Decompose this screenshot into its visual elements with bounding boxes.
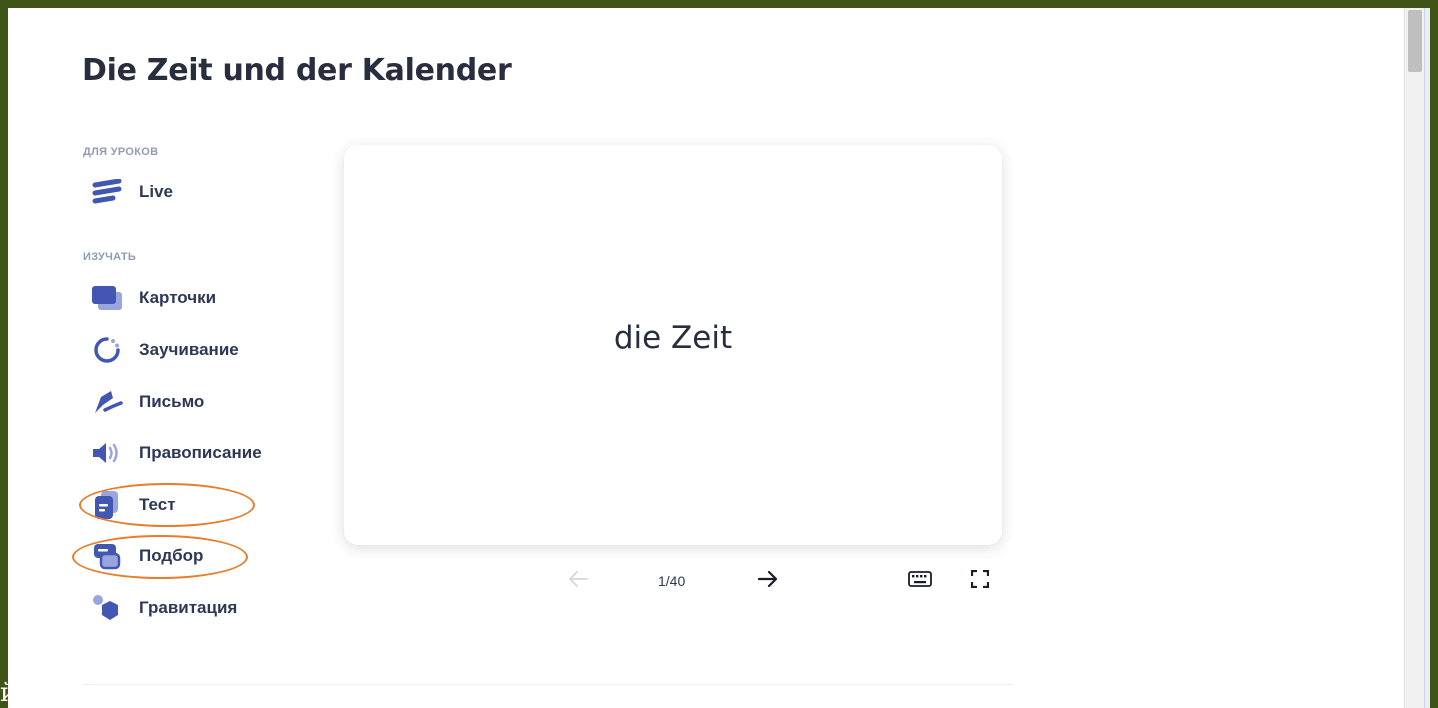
flashcards-icon [90,281,124,315]
learn-cycle-icon [90,333,124,367]
gravity-icon [90,591,124,625]
arrow-left-icon [567,570,589,593]
pen-icon [90,385,124,419]
sidebar-item-learn[interactable]: Заучивание [90,333,239,367]
sidebar-item-label: Карточки [139,288,217,307]
sidebar-item-write[interactable]: Письмо [90,385,204,419]
content-divider [82,684,1014,685]
next-card-button[interactable] [750,566,786,596]
live-stripes-icon [90,175,124,209]
fullscreen-icon [970,569,990,593]
flashcard[interactable]: die Zeit [344,145,1002,545]
sidebar-item-flashcards[interactable]: Карточки [90,281,216,315]
fullscreen-button[interactable] [962,566,998,596]
sidebar-item-label: Заучивание [139,340,239,359]
sidebar-item-spell[interactable]: Правописание [90,436,262,470]
previous-card-button[interactable] [560,566,596,596]
page-title: Die Zeit und der Kalender [82,53,512,88]
sidebar-item-label: Письмо [139,392,205,411]
flashcard-term: die Zeit [613,320,733,356]
vertical-scrollbar[interactable] [1404,8,1424,708]
arrow-right-icon [757,570,779,593]
sidebar-item-label: Тест [139,495,176,514]
keyboard-shortcuts-button[interactable] [902,566,938,596]
sidebar-item-live[interactable]: Live [90,175,173,209]
window-edge [1424,8,1430,708]
match-icon [90,539,124,573]
sidebar-item-match[interactable]: Подбор [90,539,203,573]
sidebar-item-label: Подбор [139,546,204,565]
section-label-lessons: ДЛЯ УРОКОВ [83,146,159,158]
card-counter: 1/40 [658,573,686,589]
speaker-icon [90,436,124,470]
test-document-icon [90,488,124,522]
sidebar-item-gravity[interactable]: Гравитация [90,591,237,625]
sidebar-item-label: Гравитация [139,598,238,617]
keyboard-icon [908,570,932,592]
study-set-page: Die Zeit und der Kalender ДЛЯ УРОКОВ Liv… [8,8,1404,708]
scrollbar-thumb[interactable] [1408,10,1422,72]
sidebar-item-test[interactable]: Тест [90,488,176,522]
sidebar-item-label: Live [139,182,174,201]
section-label-study: ИЗУЧАТЬ [83,251,137,263]
sidebar-item-label: Правописание [139,443,262,462]
